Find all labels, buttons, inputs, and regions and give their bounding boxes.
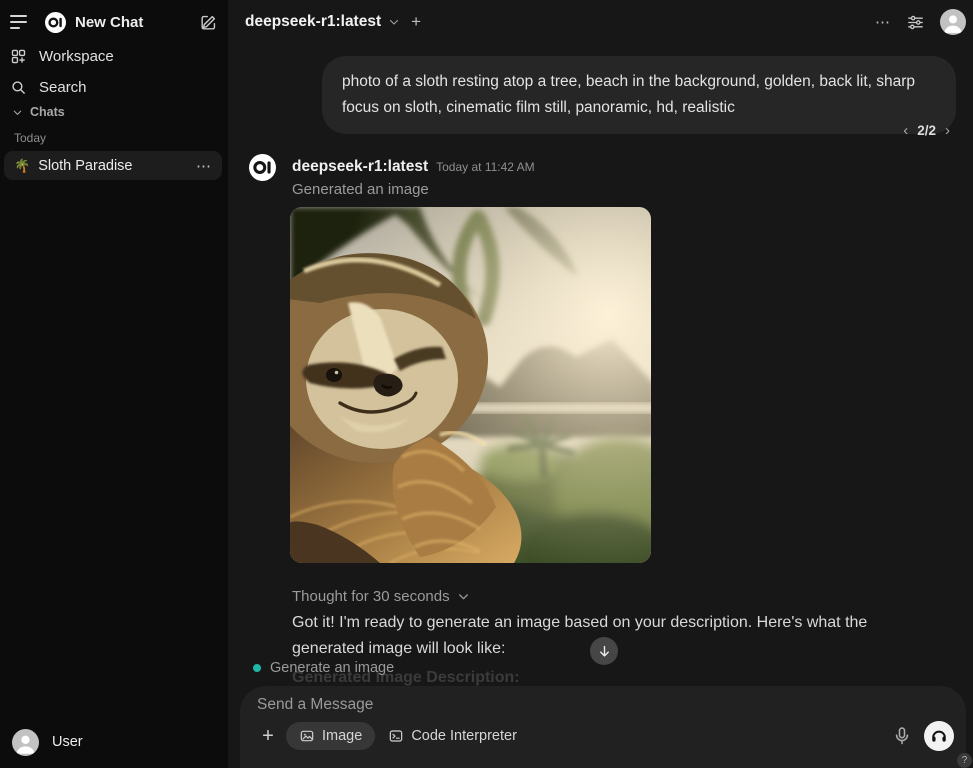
user-menu[interactable]: User bbox=[6, 722, 222, 762]
chat-title: Sloth Paradise bbox=[38, 158, 132, 174]
new-chat-plus-icon[interactable]: + bbox=[411, 12, 421, 32]
chat-item-menu-icon[interactable]: ⋯ bbox=[196, 157, 212, 175]
image-icon bbox=[299, 728, 315, 744]
thought-toggle[interactable]: Thought for 30 seconds bbox=[292, 588, 470, 605]
user-message-bubble: photo of a sloth resting atop a tree, be… bbox=[322, 56, 956, 134]
chevron-down-icon bbox=[388, 16, 400, 28]
sidebar-toggle-icon[interactable] bbox=[10, 12, 30, 32]
openwebui-logo-icon bbox=[45, 12, 66, 33]
message-timestamp: Today at 11:42 AM bbox=[436, 160, 535, 174]
next-message-icon[interactable]: › bbox=[945, 122, 950, 139]
sidebar-item-label: Search bbox=[39, 79, 87, 96]
controls-sliders-icon[interactable] bbox=[906, 13, 925, 32]
arrow-down-icon bbox=[597, 644, 612, 659]
headphones-icon bbox=[930, 727, 948, 745]
chat-header: deepseek-r1:latest + ⋯ bbox=[228, 0, 973, 44]
model-name: deepseek-r1:latest bbox=[245, 13, 381, 31]
composer-toolbar: + Image bbox=[253, 720, 954, 752]
chat-main-area: deepseek-r1:latest + ⋯ bbox=[228, 0, 973, 768]
voice-call-button[interactable] bbox=[924, 721, 954, 751]
sidebar-top-row: New Chat bbox=[10, 8, 218, 36]
palm-tree-emoji: 🌴 bbox=[14, 158, 30, 174]
assistant-model-name: deepseek-r1:latest bbox=[292, 158, 428, 176]
terminal-icon bbox=[388, 728, 404, 744]
profile-avatar[interactable] bbox=[940, 9, 966, 35]
sidebar: New Chat Workspace bbox=[0, 0, 228, 768]
chats-section-label: Chats bbox=[30, 105, 65, 119]
image-tool-label: Image bbox=[322, 728, 362, 744]
help-button[interactable]: ? bbox=[957, 753, 972, 768]
pagination-counter: 2/2 bbox=[917, 123, 936, 138]
attach-plus-icon[interactable]: + bbox=[256, 724, 280, 748]
search-icon bbox=[10, 79, 27, 96]
message-input[interactable] bbox=[257, 693, 949, 717]
microphone-icon[interactable] bbox=[892, 726, 912, 746]
message-pagination: ‹ 2/2 › bbox=[903, 122, 950, 139]
scroll-to-bottom-button[interactable] bbox=[590, 637, 618, 665]
code-interpreter-button[interactable]: Code Interpreter bbox=[375, 722, 530, 750]
status-dot bbox=[253, 664, 261, 672]
assistant-message-header: deepseek-r1:latest Today at 11:42 AM bbox=[292, 158, 535, 176]
composer-panel: + Image bbox=[240, 686, 966, 768]
assistant-avatar bbox=[249, 154, 276, 181]
thought-label: Thought for 30 seconds bbox=[292, 588, 450, 605]
sidebar-item-label: Workspace bbox=[39, 48, 114, 65]
generated-image[interactable] bbox=[290, 207, 651, 563]
chat-list-item-sloth-paradise[interactable]: 🌴 Sloth Paradise ⋯ bbox=[4, 151, 222, 180]
new-chat-label: New Chat bbox=[75, 14, 143, 31]
workspace-grid-icon bbox=[10, 48, 27, 65]
sidebar-item-search[interactable]: Search bbox=[10, 72, 220, 102]
user-name: User bbox=[52, 734, 83, 750]
prev-message-icon[interactable]: ‹ bbox=[903, 122, 908, 139]
image-tool-button[interactable]: Image bbox=[286, 722, 375, 750]
open-webui-app: New Chat Workspace bbox=[0, 0, 973, 768]
generation-status: Generate an image bbox=[253, 660, 394, 676]
pencil-square-icon[interactable] bbox=[199, 13, 218, 32]
generated-image-caption: Generated an image bbox=[292, 181, 429, 198]
more-options-icon[interactable]: ⋯ bbox=[875, 13, 891, 31]
sidebar-item-workspace[interactable]: Workspace bbox=[10, 41, 220, 71]
chats-section-toggle[interactable]: Chats bbox=[12, 105, 65, 119]
model-selector[interactable]: deepseek-r1:latest + bbox=[245, 0, 421, 44]
new-chat-button[interactable]: New Chat bbox=[45, 12, 199, 33]
chevron-down-icon bbox=[12, 107, 23, 118]
code-interpreter-label: Code Interpreter bbox=[411, 728, 517, 744]
user-avatar bbox=[12, 729, 39, 756]
chat-group-label: Today bbox=[14, 131, 46, 145]
chevron-down-icon bbox=[457, 590, 470, 603]
header-controls: ⋯ bbox=[875, 0, 966, 44]
status-label: Generate an image bbox=[270, 660, 394, 676]
